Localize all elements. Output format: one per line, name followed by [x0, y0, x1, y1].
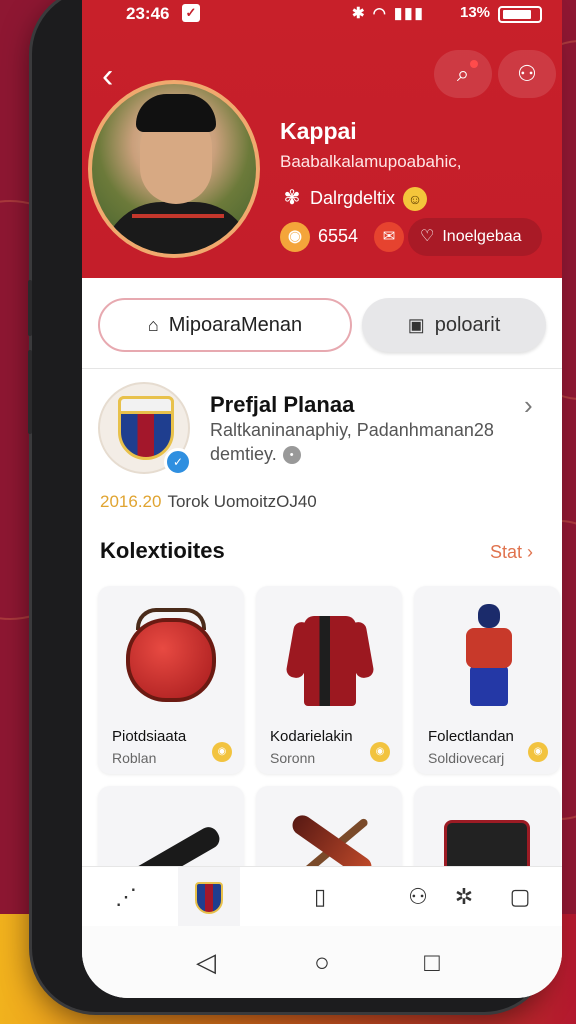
- card-subtitle: Soldiovecarj: [428, 750, 505, 766]
- club-meta: 2016.20 Torok UomoitzOJ40: [100, 492, 317, 512]
- jersey-icon: [256, 586, 402, 716]
- system-nav-bar: ◁ ○ □: [82, 926, 562, 998]
- square-icon[interactable]: ▢: [500, 877, 540, 917]
- trash-icon[interactable]: ▯: [300, 877, 340, 917]
- share-icon[interactable]: ⋰: [106, 877, 146, 917]
- recents-square-icon[interactable]: □: [414, 944, 450, 980]
- smiley-icon: ☺: [403, 187, 428, 212]
- club-card-title[interactable]: Prefjal Planaa: [210, 392, 354, 418]
- coin-icon: ◉: [280, 222, 310, 252]
- club-row[interactable]: ✾ Dalrgdeltix ☺: [280, 184, 428, 212]
- card-icon: ▣: [407, 315, 425, 335]
- back-triangle-icon[interactable]: ◁: [188, 944, 224, 980]
- notification-dot: [470, 60, 478, 68]
- status-time: 23:46: [126, 4, 170, 23]
- heart-icon: ♡: [420, 228, 435, 245]
- collection-card[interactable]: Kodarielakin Soronn ◉: [256, 586, 402, 774]
- profile-name: Kappai: [280, 118, 357, 144]
- bottom-nav: ⋰ ▯ ⚇ ✲ ▢: [82, 866, 562, 927]
- home-circle-icon[interactable]: ○: [304, 944, 340, 980]
- settings-icon[interactable]: ✲: [444, 877, 484, 917]
- club-name: Dalrgdeltix: [310, 188, 396, 208]
- player-figure-icon: [414, 586, 560, 716]
- secondary-action-label: poloarit: [434, 314, 501, 336]
- like-label: Inoelgebaa: [442, 228, 522, 245]
- card-subtitle: Roblan: [112, 750, 157, 766]
- club-card-desc-2: demtiey. •: [210, 444, 301, 465]
- check-icon: ✓: [182, 4, 200, 22]
- phone-frame: 23:46 ✓ ✱ ◠ ▮▮▮ 13% ‹ ⌕ ⚇ Kappai Baabalk…: [28, 0, 562, 1012]
- card-subtitle: Soronn: [270, 750, 316, 766]
- info-icon: •: [282, 446, 301, 465]
- menu-button[interactable]: ⚇: [498, 50, 556, 98]
- avatar[interactable]: [88, 80, 260, 258]
- user-menu-icon: ⚇: [517, 61, 537, 86]
- secondary-action-button[interactable]: ▣ poloarit: [362, 298, 546, 352]
- primary-action-label: MipoaraMenan: [168, 314, 303, 336]
- bag-icon: [98, 586, 244, 716]
- like-button[interactable]: ♡ Inoelgebaa: [408, 218, 542, 256]
- chat-icon[interactable]: ✉: [374, 222, 404, 252]
- chevron-right-icon[interactable]: ›: [524, 390, 533, 421]
- battery-percent: 13%: [460, 4, 491, 21]
- coin-icon: ◉: [370, 742, 390, 762]
- club-logo-icon: ✾: [283, 187, 301, 209]
- card-title: Folectlandan: [428, 728, 514, 745]
- club-meta-text: Torok UomoitzOJ40: [167, 492, 317, 511]
- profile-subtitle: Baabalkalamupoabahic,: [280, 152, 462, 171]
- collection-card[interactable]: Folectlandan Soldiovecarj ◉: [414, 586, 560, 774]
- card-title: Piotdsiaata: [112, 728, 187, 745]
- app-screen: 23:46 ✓ ✱ ◠ ▮▮▮ 13% ‹ ⌕ ⚇ Kappai Baabalk…: [82, 0, 562, 998]
- verified-icon: ✓: [164, 448, 192, 476]
- profile-header: 23:46 ✓ ✱ ◠ ▮▮▮ 13% ‹ ⌕ ⚇ Kappai Baabalk…: [82, 0, 562, 278]
- card-title: Kodarielakin: [270, 728, 353, 745]
- coin-icon: ◉: [212, 742, 232, 762]
- home-icon: ⌂: [147, 315, 159, 335]
- search-icon: ⌕: [456, 61, 470, 86]
- status-bar: 23:46 ✓ ✱ ◠ ▮▮▮ 13%: [82, 0, 562, 28]
- search-button[interactable]: ⌕: [434, 50, 492, 98]
- profile-icon[interactable]: ⚇: [398, 877, 438, 917]
- battery-icon: [498, 6, 542, 23]
- back-button[interactable]: ‹: [102, 56, 132, 96]
- see-all-link[interactable]: Stat ›: [490, 542, 533, 563]
- club-crest-icon[interactable]: [178, 867, 240, 927]
- signal-icons: ✱ ◠ ▮▮▮: [352, 5, 425, 22]
- section-title: Kolextioites: [100, 538, 225, 563]
- club-card-desc: Raltkaninanaphiy, Padanhmanan28: [210, 420, 494, 440]
- coin-count: 6554: [318, 226, 359, 246]
- club-year: 2016.20: [100, 492, 162, 511]
- collection-card[interactable]: Piotdsiaata Roblan ◉: [98, 586, 244, 774]
- primary-action-button[interactable]: ⌂ MipoaraMenan: [98, 298, 352, 352]
- coin-icon: ◉: [528, 742, 548, 762]
- divider: [82, 368, 562, 369]
